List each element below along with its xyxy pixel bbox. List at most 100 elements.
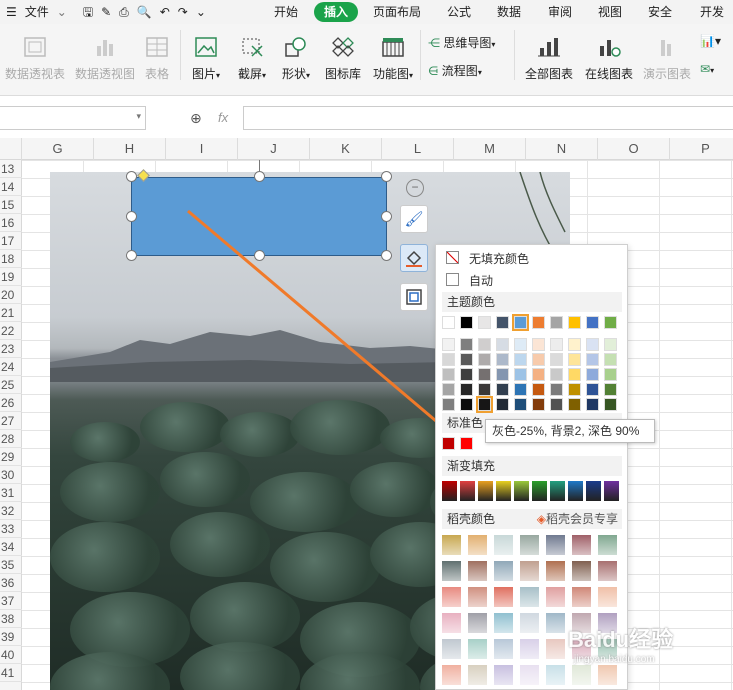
standard-color-swatch[interactable]: [460, 437, 473, 450]
row-header[interactable]: 34: [0, 538, 22, 556]
tab-security[interactable]: 安全: [648, 0, 672, 24]
redo-icon[interactable]: ↷: [174, 0, 192, 24]
column-header-p[interactable]: P: [670, 138, 733, 160]
theme-shade-swatch[interactable]: [460, 353, 473, 366]
gradient-swatch[interactable]: [460, 481, 475, 501]
theme-shade-swatch[interactable]: [586, 383, 599, 396]
daoke-color-swatch[interactable]: [442, 561, 461, 581]
theme-shade-swatch[interactable]: [496, 398, 509, 411]
theme-color-swatch[interactable]: [586, 316, 599, 329]
theme-shade-swatch[interactable]: [514, 353, 527, 366]
theme-shade-swatch[interactable]: [442, 398, 455, 411]
sparkline-dropdown[interactable]: ✉▾: [700, 62, 730, 76]
standard-color-swatch[interactable]: [442, 437, 455, 450]
pivot-table-button[interactable]: 数据透视表: [2, 36, 68, 82]
theme-shade-swatch[interactable]: [496, 353, 509, 366]
chevron-down-icon[interactable]: ⌄: [53, 0, 71, 24]
daoke-color-swatch[interactable]: [468, 587, 487, 607]
gradient-swatch[interactable]: [532, 481, 547, 501]
row-header[interactable]: 39: [0, 628, 22, 646]
column-header-h[interactable]: H: [94, 138, 166, 160]
daoke-color-swatch[interactable]: [520, 587, 539, 607]
demo-chart-button[interactable]: 演示图表: [642, 36, 692, 82]
daoke-color-swatch[interactable]: [442, 665, 461, 685]
icon-library-button[interactable]: 图标库: [324, 36, 362, 82]
print-preview-icon[interactable]: 🔍: [133, 0, 156, 24]
bar-chart-dropdown[interactable]: 📊▾: [700, 34, 730, 48]
theme-shade-swatch[interactable]: [478, 383, 491, 396]
theme-shade-swatch[interactable]: [496, 368, 509, 381]
gradient-swatch[interactable]: [478, 481, 493, 501]
name-box[interactable]: ▾: [0, 106, 146, 130]
all-charts-button[interactable]: 全部图表: [522, 36, 576, 82]
gradient-swatch[interactable]: [550, 481, 565, 501]
resize-handle[interactable]: [381, 250, 392, 261]
theme-shade-swatch[interactable]: [532, 368, 545, 381]
daoke-color-swatch[interactable]: [546, 665, 565, 685]
theme-shade-swatch[interactable]: [460, 383, 473, 396]
theme-shade-swatch[interactable]: [460, 338, 473, 351]
row-header[interactable]: 14: [0, 178, 22, 196]
gradient-swatch[interactable]: [514, 481, 529, 501]
zoom-icon[interactable]: ⊕: [190, 110, 202, 127]
daoke-color-swatch[interactable]: [546, 561, 565, 581]
row-header[interactable]: 16: [0, 214, 22, 232]
tab-review[interactable]: 审阅: [548, 0, 572, 24]
theme-color-swatch[interactable]: [532, 316, 545, 329]
daoke-color-swatch[interactable]: [468, 613, 487, 633]
fx-label[interactable]: fx: [218, 110, 228, 125]
gradient-swatch[interactable]: [604, 481, 619, 501]
pivot-chart-button[interactable]: 数据透视图: [72, 36, 138, 82]
row-header[interactable]: 32: [0, 502, 22, 520]
column-header-m[interactable]: M: [454, 138, 526, 160]
picture-button[interactable]: 图片▾: [188, 36, 224, 82]
collapse-button[interactable]: −: [401, 174, 429, 202]
theme-shade-swatch[interactable]: [476, 396, 493, 413]
row-header[interactable]: 33: [0, 520, 22, 538]
resize-handle[interactable]: [126, 211, 137, 222]
undo-icon[interactable]: ↶: [156, 0, 174, 24]
theme-color-swatch[interactable]: [550, 316, 563, 329]
resize-handle[interactable]: [254, 250, 265, 261]
function-chart-button[interactable]: 功能图▾: [370, 36, 416, 82]
no-fill-option[interactable]: 无填充颜色: [442, 249, 622, 267]
theme-shade-swatch[interactable]: [604, 398, 617, 411]
theme-color-swatch[interactable]: [512, 314, 529, 331]
theme-shade-swatch[interactable]: [442, 383, 455, 396]
row-header[interactable]: 35: [0, 556, 22, 574]
row-header[interactable]: 19: [0, 268, 22, 286]
tab-formula[interactable]: 公式: [447, 0, 471, 24]
theme-shade-swatch[interactable]: [586, 368, 599, 381]
resize-handle[interactable]: [126, 250, 137, 261]
column-header-n[interactable]: N: [526, 138, 598, 160]
daoke-color-swatch[interactable]: [598, 587, 617, 607]
theme-shade-swatch[interactable]: [532, 338, 545, 351]
row-header[interactable]: 17: [0, 232, 22, 250]
style-button[interactable]: 🖌: [400, 205, 428, 233]
theme-shade-swatch[interactable]: [442, 338, 455, 351]
theme-shade-swatch[interactable]: [514, 338, 527, 351]
tab-developer[interactable]: 开发工: [700, 0, 733, 43]
theme-color-swatch[interactable]: [460, 316, 473, 329]
column-header-k[interactable]: K: [310, 138, 382, 160]
row-header[interactable]: 28: [0, 430, 22, 448]
row-header[interactable]: 29: [0, 448, 22, 466]
row-header[interactable]: 27: [0, 412, 22, 430]
theme-shade-swatch[interactable]: [514, 398, 527, 411]
select-all-corner[interactable]: [0, 138, 22, 160]
row-header[interactable]: 13: [0, 160, 22, 178]
theme-shade-swatch[interactable]: [532, 398, 545, 411]
daoke-color-swatch[interactable]: [572, 535, 591, 555]
theme-shade-swatch[interactable]: [442, 353, 455, 366]
flowchart-button[interactable]: ⋳ 流程图▾: [428, 62, 508, 79]
theme-shade-swatch[interactable]: [568, 338, 581, 351]
theme-shade-swatch[interactable]: [604, 368, 617, 381]
screenshot-button[interactable]: 截屏▾: [234, 36, 270, 82]
file-menu[interactable]: 文件: [21, 0, 53, 24]
column-header-l[interactable]: L: [382, 138, 454, 160]
theme-shade-swatch[interactable]: [460, 368, 473, 381]
theme-shade-swatch[interactable]: [478, 353, 491, 366]
auto-option[interactable]: 自动: [442, 271, 622, 289]
theme-color-swatch[interactable]: [496, 316, 509, 329]
row-header[interactable]: 41: [0, 664, 22, 682]
